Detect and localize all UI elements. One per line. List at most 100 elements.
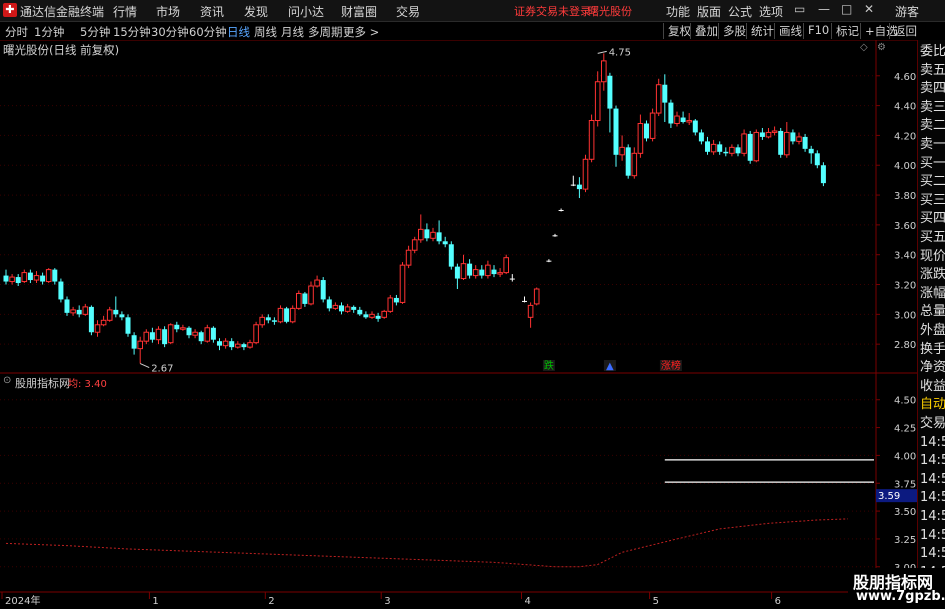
candle-body bbox=[424, 229, 430, 239]
menu-layout[interactable]: 版面 bbox=[697, 3, 721, 20]
side-panel-item: 涨跌 bbox=[920, 267, 945, 283]
period-15min[interactable]: 15分钟 bbox=[113, 24, 151, 40]
close-icon[interactable]: ✕ bbox=[864, 2, 874, 16]
menu-market[interactable]: 市场 bbox=[156, 3, 180, 20]
side-panel-item: 买五 bbox=[920, 230, 945, 245]
side-panel-item: 14:56 bbox=[920, 453, 945, 469]
tool-f10[interactable]: F10 bbox=[803, 23, 829, 39]
y-tick-label: 3.80 bbox=[894, 191, 916, 202]
candle-body bbox=[546, 260, 552, 262]
side-panel-item: 买三 bbox=[920, 192, 945, 208]
candle-body bbox=[344, 306, 351, 312]
maximize-icon[interactable]: □ bbox=[841, 2, 852, 16]
candle-body bbox=[735, 147, 741, 154]
tool-statistics[interactable]: 统计 bbox=[746, 23, 774, 39]
candle-body bbox=[814, 153, 820, 166]
quote-side-panel: 委比 卖五 卖四 卖三 卖二 卖一 买一 买二 买三 买四 买五 现价 涨跌 涨幅 总量 外盘 换手 净资 收益 自动… bbox=[917, 40, 945, 609]
menu-news[interactable]: 资讯 bbox=[200, 3, 224, 20]
current-stock-name: 曙光股份 bbox=[588, 5, 632, 18]
period-toolbar: 分时 1分钟 5分钟 15分钟 30分钟 60分钟 日线 周线 月线 多周期 更… bbox=[0, 22, 945, 41]
period-1min[interactable]: 1分钟 bbox=[34, 24, 64, 40]
candle-body bbox=[705, 141, 710, 152]
candle-body bbox=[326, 299, 332, 309]
menu-assistant[interactable]: 问小达 bbox=[288, 3, 324, 20]
candle-body bbox=[491, 269, 497, 275]
candle-body bbox=[662, 84, 668, 103]
y-tick-label: 2.80 bbox=[894, 340, 916, 351]
minimize-icon[interactable]: — bbox=[818, 2, 830, 16]
period-30min[interactable]: 30分钟 bbox=[151, 24, 189, 40]
candle-body bbox=[253, 324, 259, 344]
candle-body bbox=[771, 130, 778, 133]
candle-body bbox=[448, 244, 454, 267]
menu-trade[interactable]: 交易 bbox=[396, 3, 420, 20]
candle-body bbox=[649, 112, 656, 139]
menu-market-quotes[interactable]: 行情 bbox=[113, 3, 137, 20]
candle-body bbox=[436, 232, 442, 242]
skin-icon[interactable]: ▭ bbox=[794, 2, 805, 16]
menu-discover[interactable]: 发现 bbox=[244, 3, 268, 20]
period-60min[interactable]: 60分钟 bbox=[189, 24, 227, 40]
user-guest[interactable]: 游客 bbox=[895, 3, 919, 20]
candle-body bbox=[217, 341, 222, 346]
period-more[interactable]: 更多 > bbox=[343, 24, 379, 40]
side-panel-item: 收益 bbox=[920, 378, 945, 394]
side-panel-item: 净资 bbox=[920, 360, 945, 376]
candle-body bbox=[527, 304, 534, 318]
candle-body bbox=[125, 317, 131, 334]
tool-multi-stock[interactable]: 多股 bbox=[718, 23, 746, 39]
candle-body bbox=[289, 307, 296, 323]
x-tick-label: 2024年 bbox=[5, 594, 40, 607]
candle-body bbox=[778, 130, 784, 155]
candle-body bbox=[741, 133, 747, 154]
period-daily[interactable]: 日线 bbox=[227, 24, 250, 40]
period-weekly[interactable]: 周线 bbox=[254, 24, 277, 40]
candle-body bbox=[479, 269, 485, 276]
candle-body bbox=[58, 281, 64, 300]
candle-body bbox=[509, 278, 515, 280]
tool-adjust-rights[interactable]: 复权 bbox=[663, 23, 691, 39]
side-panel-item: 卖一 bbox=[920, 137, 945, 152]
tool-mark[interactable]: 标记 bbox=[831, 23, 859, 39]
candle-body bbox=[155, 328, 162, 341]
tool-overlay[interactable]: 叠加 bbox=[690, 23, 718, 39]
candle-body bbox=[387, 297, 394, 312]
candle-body bbox=[472, 269, 479, 277]
tool-back[interactable]: 返回 bbox=[889, 23, 917, 39]
candle-body bbox=[88, 306, 94, 333]
period-5min[interactable]: 5分钟 bbox=[80, 24, 110, 40]
menu-function[interactable]: 功能 bbox=[666, 3, 690, 20]
tool-draw-line[interactable]: 画线 bbox=[774, 23, 802, 39]
side-panel-item: 交易 bbox=[920, 416, 945, 431]
candle-body bbox=[723, 151, 729, 154]
candle-body bbox=[3, 275, 9, 282]
trade-login-warning[interactable]: 证券交易未登录 bbox=[514, 3, 591, 19]
candle-body bbox=[796, 136, 802, 142]
period-monthly[interactable]: 月线 bbox=[281, 24, 304, 40]
annotation-label: 4.75 bbox=[609, 47, 631, 58]
candle-body bbox=[454, 266, 460, 279]
candle-body bbox=[631, 152, 638, 177]
candle-body bbox=[784, 131, 790, 156]
side-panel-item: 外盘 bbox=[920, 323, 945, 338]
menu-wealth-circle[interactable]: 财富圈 bbox=[341, 3, 377, 20]
x-tick-label: 1 bbox=[152, 596, 158, 607]
candle-body bbox=[106, 309, 113, 321]
side-panel-item: 总量 bbox=[920, 304, 945, 320]
candle-body bbox=[247, 342, 253, 348]
side-panel-item: 现价 bbox=[920, 248, 945, 264]
candle-body bbox=[308, 285, 314, 305]
candle-body bbox=[149, 332, 155, 340]
menu-formula[interactable]: 公式 bbox=[728, 3, 752, 20]
candle-body bbox=[393, 297, 399, 303]
period-multi[interactable]: 多周期 bbox=[308, 24, 343, 40]
side-panel-item: 14:56 bbox=[920, 546, 945, 562]
side-panel-item: 买四 bbox=[920, 211, 945, 227]
candle-body bbox=[533, 288, 540, 305]
marker-label: 涨榜 bbox=[661, 359, 681, 372]
side-panel-item: 卖二 bbox=[920, 118, 945, 134]
menu-options[interactable]: 选项 bbox=[759, 3, 783, 20]
y-tick-label: 3.40 bbox=[894, 251, 916, 262]
period-intraday[interactable]: 分时 bbox=[5, 24, 28, 40]
price-chart[interactable]: 4.75 2.67 跌 ▲ 涨榜 2.80 3.00 3.20 3.40 3.60 3.80 4.0… bbox=[0, 40, 917, 609]
